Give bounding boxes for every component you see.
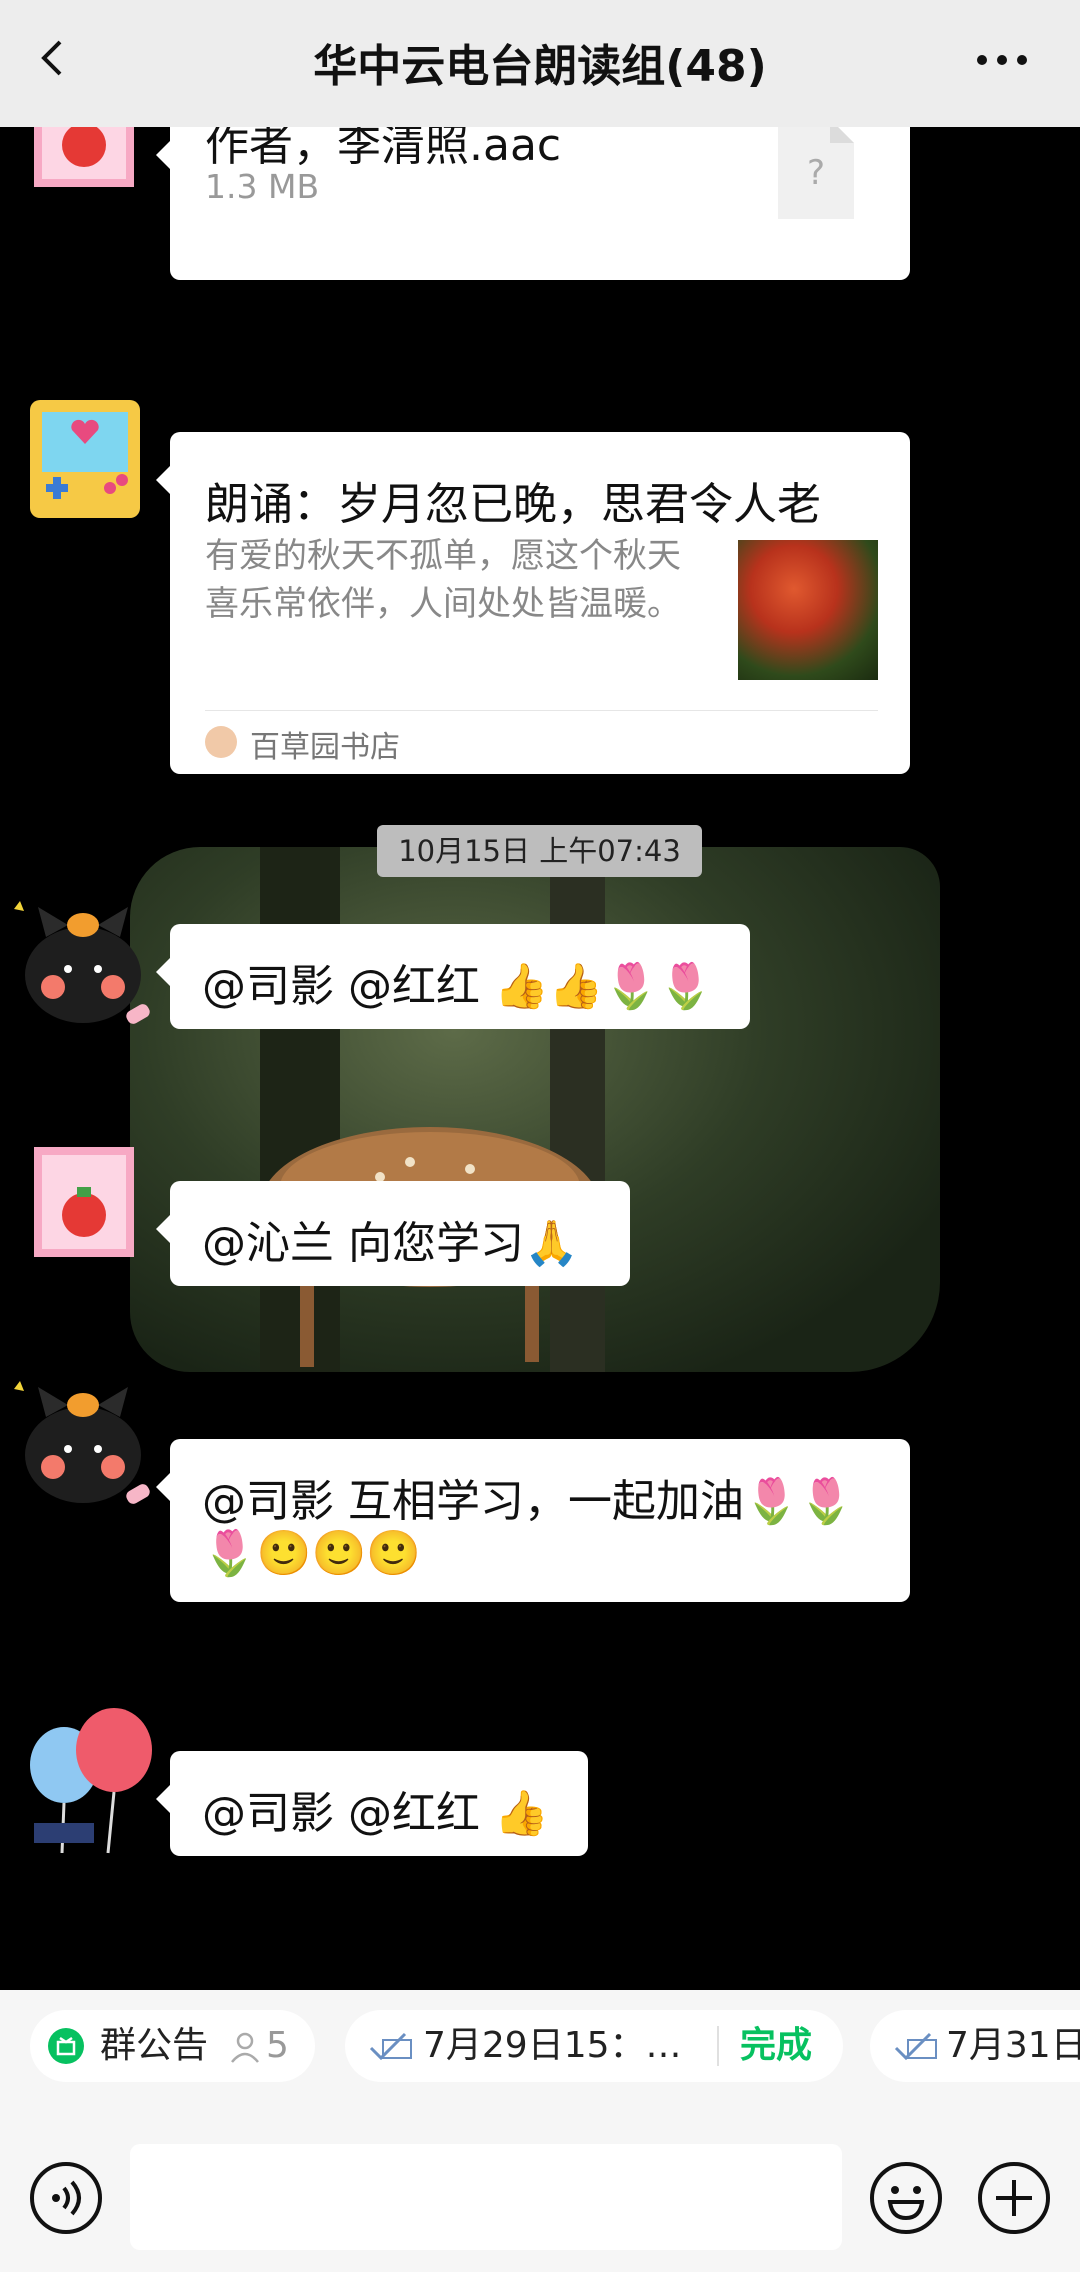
message-text: @司影 互相学习，一起加油🌷🌷	[202, 1476, 854, 1527]
message-text: @司影 @红红 👍👍🌷🌷	[202, 961, 714, 1012]
game-console-avatar[interactable]	[20, 392, 150, 522]
chip-divider	[717, 2026, 719, 2066]
vote-label: 7月29日15：…	[423, 2025, 682, 2066]
card-title: 朗诵：岁月忽已晚，思君令人老	[205, 479, 821, 530]
card-divider	[205, 710, 878, 711]
file-message-bubble[interactable]: 作者，李清照.aac 1.3 MB ?	[156, 127, 910, 280]
message-text: @司影 @红红 👍	[202, 1788, 549, 1839]
chat-title: 华中云电台朗读组(48)	[313, 41, 767, 92]
announcement-label: 群公告	[100, 2025, 209, 2066]
chat-area[interactable]: 作者，李清照.aac 1.3 MB ? 朗诵：岁月忽已晚，思君令人老 有爱的秋天…	[0, 127, 1080, 1990]
message-bubble-1[interactable]: @司影 @红红 👍👍🌷🌷	[156, 924, 750, 1029]
add-more-icon[interactable]	[976, 2160, 1052, 2236]
strawberry-milk-avatar[interactable]	[22, 127, 152, 197]
vote-icon	[894, 2032, 937, 2061]
card-description: 有爱的秋天不孤单，愿这个秋天喜乐常依伴，人间处处皆温暖。	[205, 536, 681, 624]
unknown-file-icon: ?	[778, 127, 854, 219]
message-input[interactable]	[130, 2144, 842, 2250]
source-logo-icon	[205, 726, 237, 758]
quick-action-bar: 群公告 5 7月29日15：… 完成 7月31日	[0, 1990, 1080, 2122]
input-bar	[0, 2122, 1080, 2272]
announcement-icon	[48, 2028, 84, 2064]
message-bubble-3[interactable]: @司影 互相学习，一起加油🌷🌷 🌷🙂🙂🙂	[156, 1439, 910, 1602]
strawberry-milk-avatar[interactable]	[22, 1137, 152, 1267]
message-text: @沁兰 向您学习🙏	[202, 1218, 579, 1269]
card-thumbnail	[738, 540, 878, 680]
card-source: 百草园书店	[250, 730, 400, 765]
balloons-avatar[interactable]	[14, 1705, 164, 1855]
emoji-icon[interactable]	[868, 2160, 944, 2236]
voice-input-icon[interactable]	[28, 2160, 104, 2236]
file-size: 1.3 MB	[205, 167, 320, 206]
vote-label: 7月31日	[946, 2025, 1080, 2066]
vote-chip-2[interactable]: 7月31日	[870, 2010, 1080, 2082]
timestamp: 10月15日 上午07:43	[377, 825, 702, 877]
message-bubble-2[interactable]: @沁兰 向您学习🙏	[156, 1181, 630, 1286]
message-bubble-4[interactable]: @司影 @红红 👍	[156, 1751, 588, 1856]
black-cat-avatar[interactable]	[8, 897, 158, 1047]
vote-chip-1[interactable]: 7月29日15：… 完成	[345, 2010, 843, 2082]
announcement-count: 5	[266, 2025, 289, 2066]
link-card-bubble[interactable]: 朗诵：岁月忽已晚，思君令人老 有爱的秋天不孤单，愿这个秋天喜乐常依伴，人间处处皆…	[156, 432, 910, 774]
vote-done-button[interactable]: 完成	[740, 2010, 812, 2082]
more-options-icon[interactable]	[972, 40, 1032, 80]
vote-icon	[369, 2032, 412, 2061]
person-icon	[231, 2032, 259, 2063]
group-announcement-chip[interactable]: 群公告 5	[30, 2010, 315, 2082]
message-text: 🌷🙂🙂🙂	[202, 1528, 422, 1579]
chat-header: 华中云电台朗读组(48)	[0, 0, 1080, 127]
black-cat-avatar[interactable]	[8, 1377, 158, 1527]
